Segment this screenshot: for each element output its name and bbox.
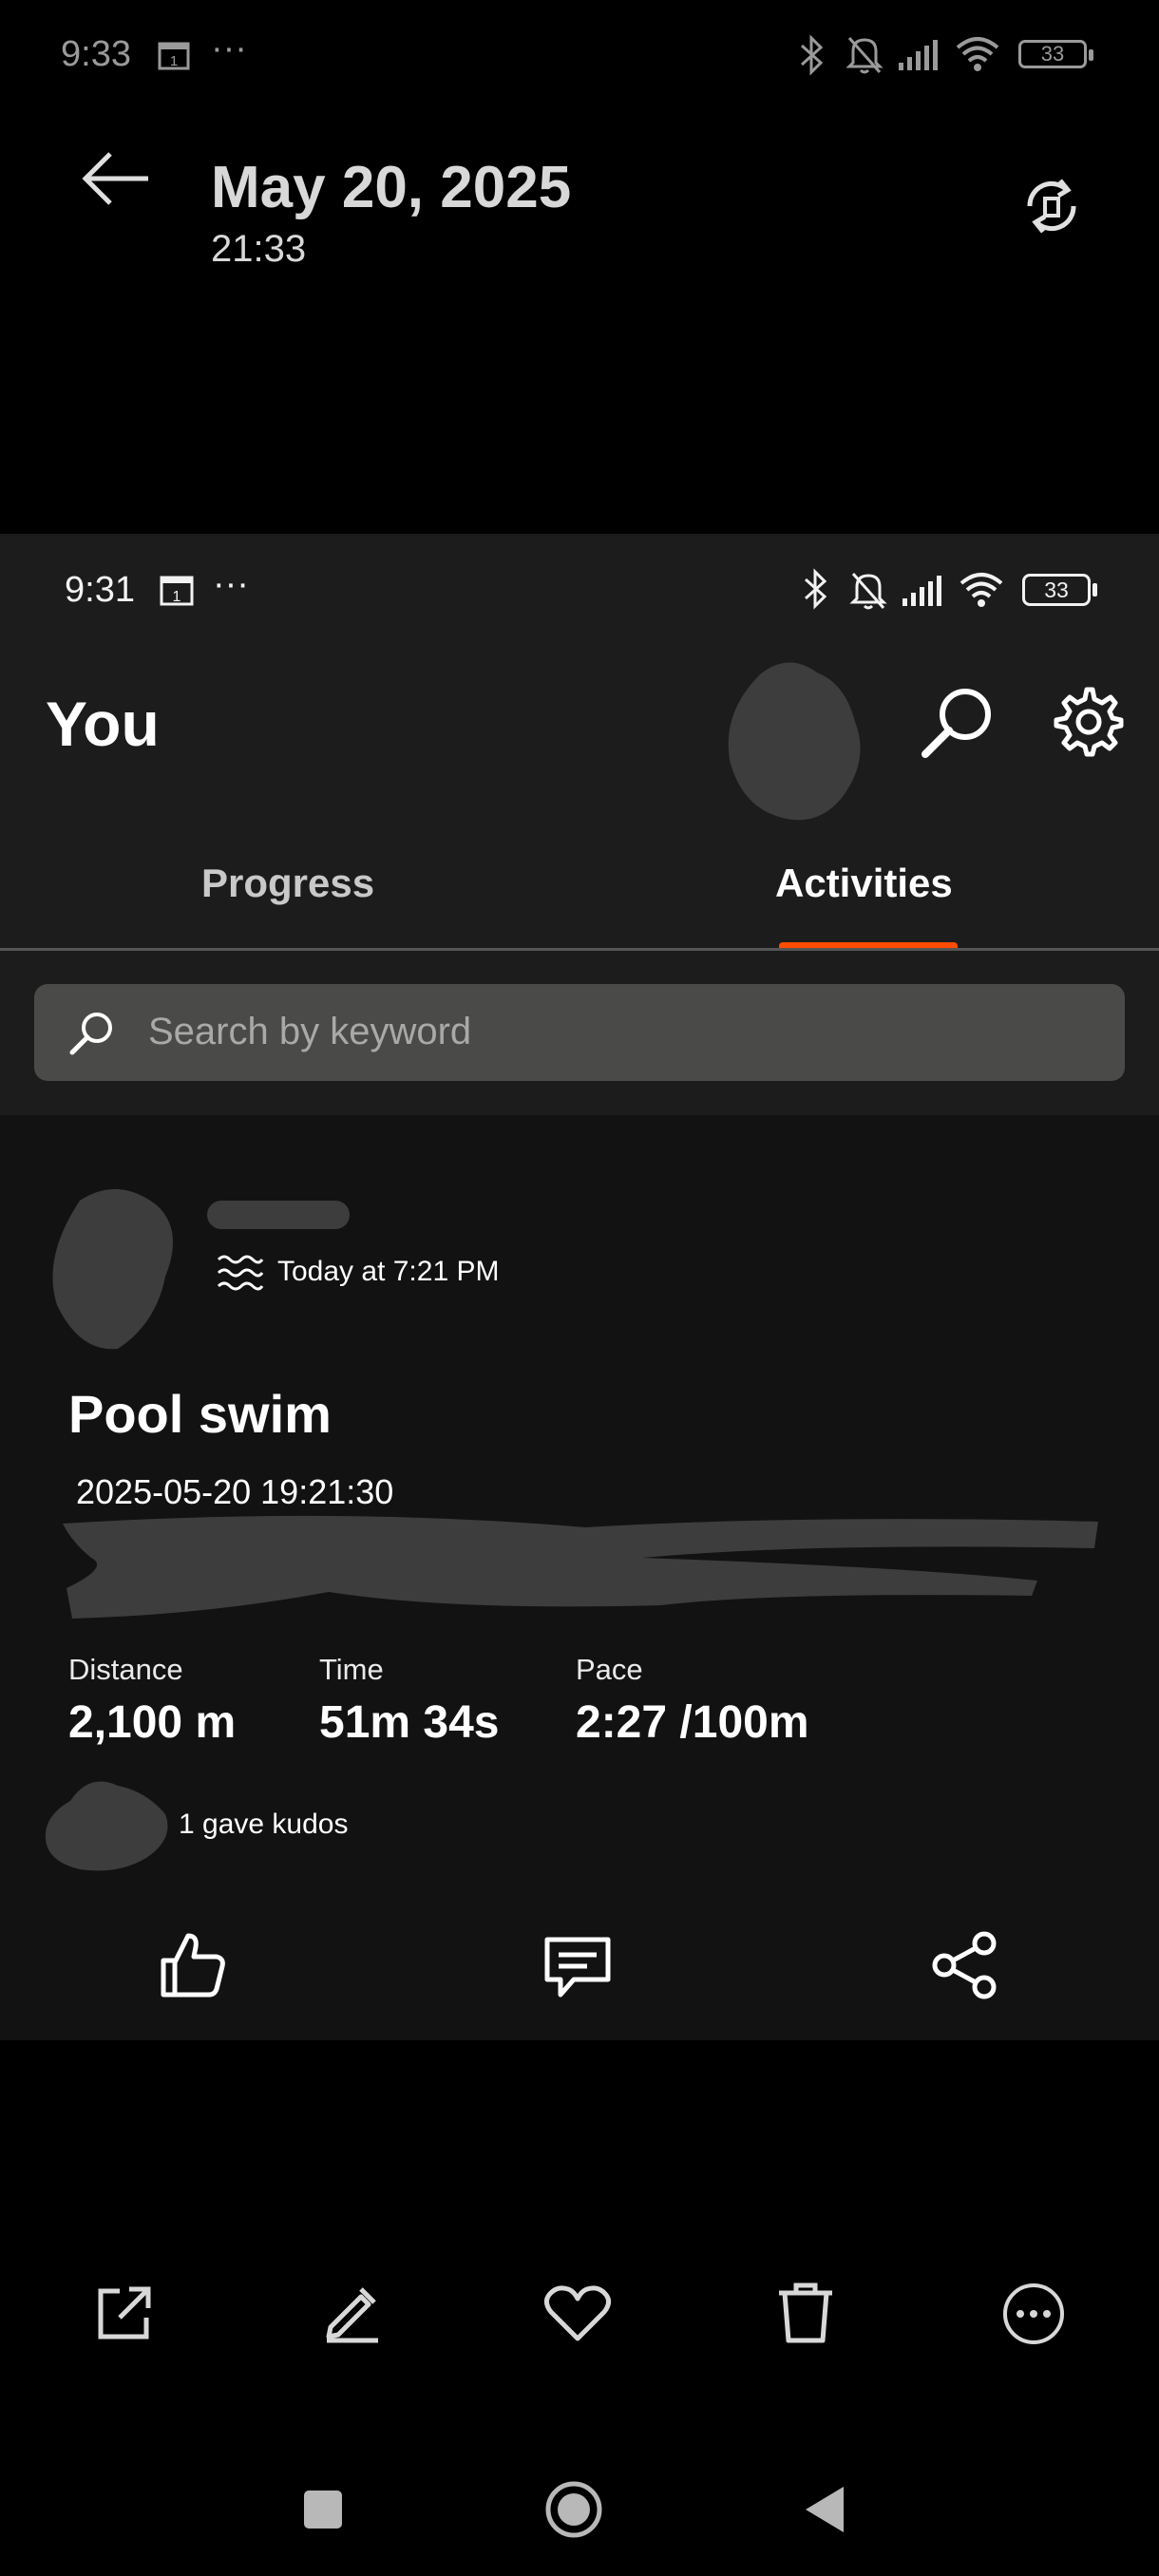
status-more: ··· xyxy=(211,28,247,68)
signal-icon xyxy=(901,574,946,608)
signal-icon xyxy=(897,38,942,72)
search-icon[interactable] xyxy=(920,684,996,760)
tab-activities[interactable]: Activities xyxy=(775,861,953,906)
rotate-screen-icon[interactable] xyxy=(1018,173,1085,239)
bell-off-icon xyxy=(847,568,889,612)
battery-icon: 33 xyxy=(1022,574,1091,606)
recents-button[interactable] xyxy=(304,2491,342,2529)
distance-label: Distance xyxy=(68,1653,183,1686)
wifi-icon xyxy=(954,34,1001,72)
page-title: You xyxy=(46,689,160,759)
more-options-icon[interactable] xyxy=(1001,2282,1066,2346)
distance-value: 2,100 m xyxy=(68,1697,237,1748)
share-icon[interactable] xyxy=(929,1930,999,2000)
pace-value: 2:27 /100m xyxy=(576,1697,809,1748)
bell-off-icon xyxy=(844,32,885,76)
avatar[interactable] xyxy=(722,655,874,826)
battery-icon: 33 xyxy=(1018,40,1087,68)
favorite-icon[interactable] xyxy=(543,2283,612,2344)
thumbs-up-icon[interactable] xyxy=(158,1930,228,1998)
battery-tip xyxy=(1092,583,1097,597)
pace-label: Pace xyxy=(576,1653,643,1686)
time-value: 51m 34s xyxy=(319,1697,500,1748)
open-external-icon[interactable] xyxy=(93,2283,154,2344)
inner-status-more: ··· xyxy=(213,564,249,604)
battery-level: 33 xyxy=(1044,578,1069,602)
svg-text:1: 1 xyxy=(173,589,181,605)
tab-progress[interactable]: Progress xyxy=(201,861,374,906)
viewer-time: 21:33 xyxy=(211,228,307,270)
bluetooth-icon xyxy=(792,34,830,76)
time-label: Time xyxy=(319,1653,384,1686)
calendar-icon: 1 xyxy=(158,42,190,70)
battery-tip xyxy=(1089,49,1093,61)
athlete-avatar[interactable] xyxy=(42,1182,213,1353)
delete-icon[interactable] xyxy=(775,2280,836,2346)
back-arrow-icon[interactable] xyxy=(80,150,152,207)
status-time: 9:33 xyxy=(61,34,131,74)
gear-icon[interactable] xyxy=(1053,686,1125,758)
activity-meta: Today at 7:21 PM xyxy=(277,1256,500,1287)
swim-icon xyxy=(215,1252,264,1294)
tabs-divider xyxy=(0,948,1159,951)
edit-icon[interactable] xyxy=(321,2282,382,2344)
battery-level: 33 xyxy=(1040,42,1065,66)
kudos-text[interactable]: 1 gave kudos xyxy=(179,1809,348,1841)
kudos-avatar xyxy=(42,1772,175,1875)
comment-icon[interactable] xyxy=(542,1934,614,2000)
wifi-icon xyxy=(958,570,1009,610)
redacted-description xyxy=(53,1501,1108,1643)
viewer-date: May 20, 2025 xyxy=(211,155,572,220)
home-button[interactable] xyxy=(543,2479,604,2540)
search-placeholder: Search by keyword xyxy=(148,1011,472,1052)
svg-text:1: 1 xyxy=(170,53,178,69)
search-icon xyxy=(68,1009,116,1056)
activity-title[interactable]: Pool swim xyxy=(68,1383,332,1445)
bluetooth-icon xyxy=(796,568,834,612)
redacted-athlete-name xyxy=(207,1201,350,1229)
calendar-icon: 1 xyxy=(160,576,194,606)
inner-status-time: 9:31 xyxy=(65,570,135,610)
back-button[interactable] xyxy=(802,2485,846,2534)
